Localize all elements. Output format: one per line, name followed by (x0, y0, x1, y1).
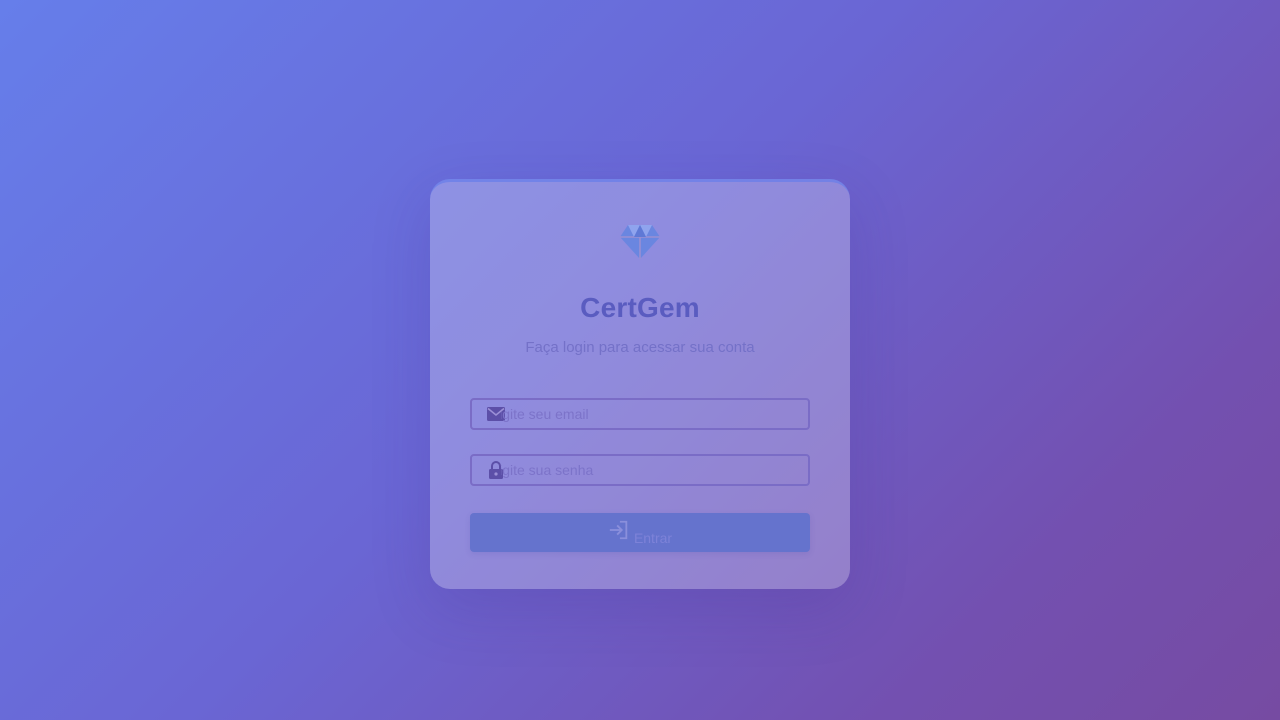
login-subtitle: Faça login para acessar sua conta (525, 339, 755, 356)
login-card: CertGem Faça login para acessar sua cont… (430, 179, 850, 589)
login-button-label: Entrar (633, 529, 673, 546)
password-field[interactable] (470, 454, 810, 486)
email-field[interactable] (470, 398, 810, 430)
gem-icon (620, 225, 660, 259)
email-input[interactable] (501, 406, 801, 422)
password-input[interactable] (501, 462, 801, 478)
sign-in-icon (609, 520, 628, 539)
app-title: CertGem (580, 292, 700, 323)
login-button[interactable]: Entrar (470, 513, 810, 552)
